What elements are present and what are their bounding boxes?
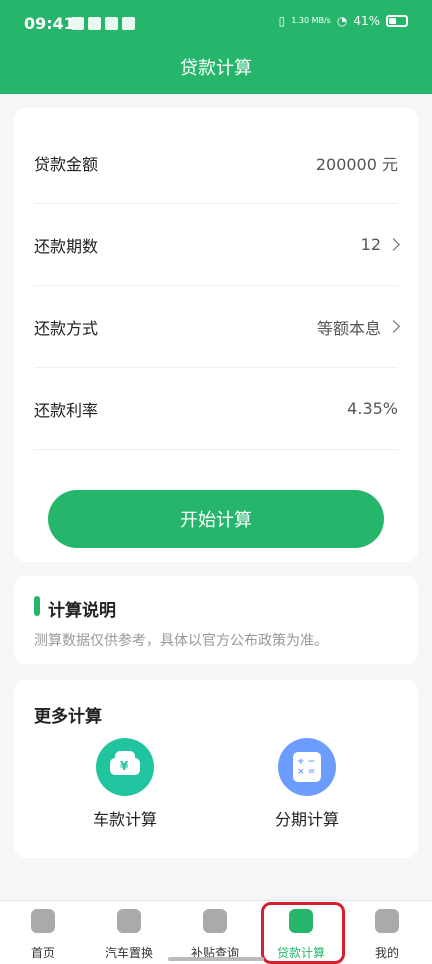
repayment-periods-text: 12 [360, 235, 381, 254]
loan-amount-row[interactable]: 贷款金额 200000 元 [34, 122, 398, 204]
status-time: 09:41 [24, 14, 75, 33]
installment-calculation[interactable]: + − × = 分期计算 [252, 738, 362, 830]
interest-rate-text: 4.35% [347, 399, 398, 418]
wechat-icon [88, 17, 101, 30]
chevron-right-icon [387, 238, 400, 251]
interest-rate-label: 还款利率 [34, 400, 99, 420]
vibrate-icon: ▯ [278, 14, 286, 28]
home-indicator [168, 957, 264, 961]
more-calculations-card: 更多计算 ¥ 车款计算 + − × = 分期计算 [14, 680, 418, 858]
car-price-label: 车款计算 [92, 810, 157, 829]
notification-icons [71, 17, 135, 30]
network-speed: 1.30 MB/s [291, 16, 331, 25]
calculation-explanation-card: 计算说明 测算数据仅供参考，具体以官方公布政策为准。 [14, 576, 418, 664]
section-accent-bar [34, 596, 40, 616]
start-calculation-button[interactable]: 开始计算 [48, 490, 384, 548]
interest-rate-row[interactable]: 还款利率 4.35% [34, 368, 398, 450]
repayment-periods-value[interactable]: 12 [360, 235, 400, 254]
active-tab-highlight [261, 902, 345, 964]
tab-home-label: 首页 [30, 946, 55, 960]
explanation-title: 计算说明 [48, 601, 116, 621]
home-icon [31, 909, 55, 933]
installment-label: 分期计算 [274, 810, 339, 829]
interest-rate-value[interactable]: 4.35% [347, 399, 398, 418]
loan-form-card: 贷款金额 200000 元 还款期数 12 还款方式 等额本息 还款利率 4.3… [14, 108, 418, 562]
loan-amount-label: 贷款金额 [34, 154, 99, 174]
car-price-calculation[interactable]: ¥ 车款计算 [70, 738, 180, 830]
tab-mine-label: 我的 [374, 946, 399, 960]
tiktok-icon [105, 17, 118, 30]
user-icon [375, 909, 399, 933]
battery-percent: 41% [353, 14, 380, 28]
repayment-method-row[interactable]: 还款方式 等额本息 [34, 286, 400, 368]
tab-car-exchange-label: 汽车置换 [104, 946, 153, 960]
tab-subsidy-query[interactable]: 补贴查询 [172, 901, 258, 964]
status-bar: 09:41 ▯ 1.30 MB/s ◔ 41% [0, 0, 432, 48]
bottom-tab-bar: 首页 汽车置换 补贴查询 贷款计算 我的 [0, 900, 432, 964]
car-exchange-icon [117, 909, 141, 933]
calculator-icon: + − × = [278, 738, 336, 796]
repayment-periods-row[interactable]: 还款期数 12 [34, 204, 400, 286]
loan-amount-text: 200000 元 [315, 154, 398, 174]
repayment-method-value[interactable]: 等额本息 [316, 315, 400, 339]
page-title: 贷款计算 [180, 58, 252, 79]
more-calculations-title: 更多计算 [34, 707, 102, 727]
status-right: ▯ 1.30 MB/s ◔ 41% [279, 14, 408, 28]
tab-car-exchange[interactable]: 汽车置换 [86, 901, 172, 964]
wifi-icon: ◔ [336, 14, 348, 28]
tab-mine[interactable]: 我的 [344, 901, 430, 964]
app-badge-icon [122, 17, 135, 30]
car-yen-icon: ¥ [96, 738, 154, 796]
app-notification-icon [71, 17, 84, 30]
tab-home[interactable]: 首页 [0, 901, 86, 964]
repayment-method-text: 等额本息 [316, 318, 381, 338]
repayment-method-label: 还款方式 [34, 318, 99, 338]
battery-icon [386, 15, 408, 27]
search-icon [203, 909, 227, 933]
app-header: 贷款计算 [0, 48, 432, 94]
loan-amount-value[interactable]: 200000 元 [316, 151, 398, 175]
repayment-periods-label: 还款期数 [34, 236, 99, 256]
explanation-description: 测算数据仅供参考，具体以官方公布政策为准。 [34, 633, 328, 649]
chevron-right-icon [387, 320, 400, 333]
